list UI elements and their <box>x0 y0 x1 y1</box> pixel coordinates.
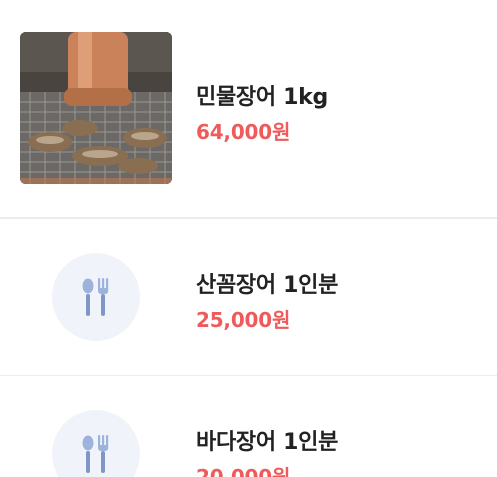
menu-item-name: 민물장어 1kg <box>196 85 328 110</box>
menu-item-name: 바다장어 1인분 <box>196 430 339 455</box>
utensils-icon <box>82 435 109 473</box>
menu-placeholder <box>52 410 140 477</box>
utensils-icon <box>82 278 109 316</box>
menu-item-price: 20,000원 <box>196 465 291 477</box>
menu-item-1[interactable]: 민물장어 1kg 64,000원 <box>0 0 497 219</box>
menu-item-3[interactable]: 바다장어 1인분 20,000원 <box>0 376 497 477</box>
menu-item-2[interactable]: 산꼼장어 1인분 25,000원 <box>0 219 497 376</box>
menu-item-name: 산꼼장어 1인분 <box>196 273 339 298</box>
menu-item-price: 25,000원 <box>196 308 291 332</box>
grilled-eel-photo <box>20 32 172 184</box>
menu-placeholder <box>52 253 140 341</box>
menu-item-price: 64,000원 <box>196 120 291 144</box>
